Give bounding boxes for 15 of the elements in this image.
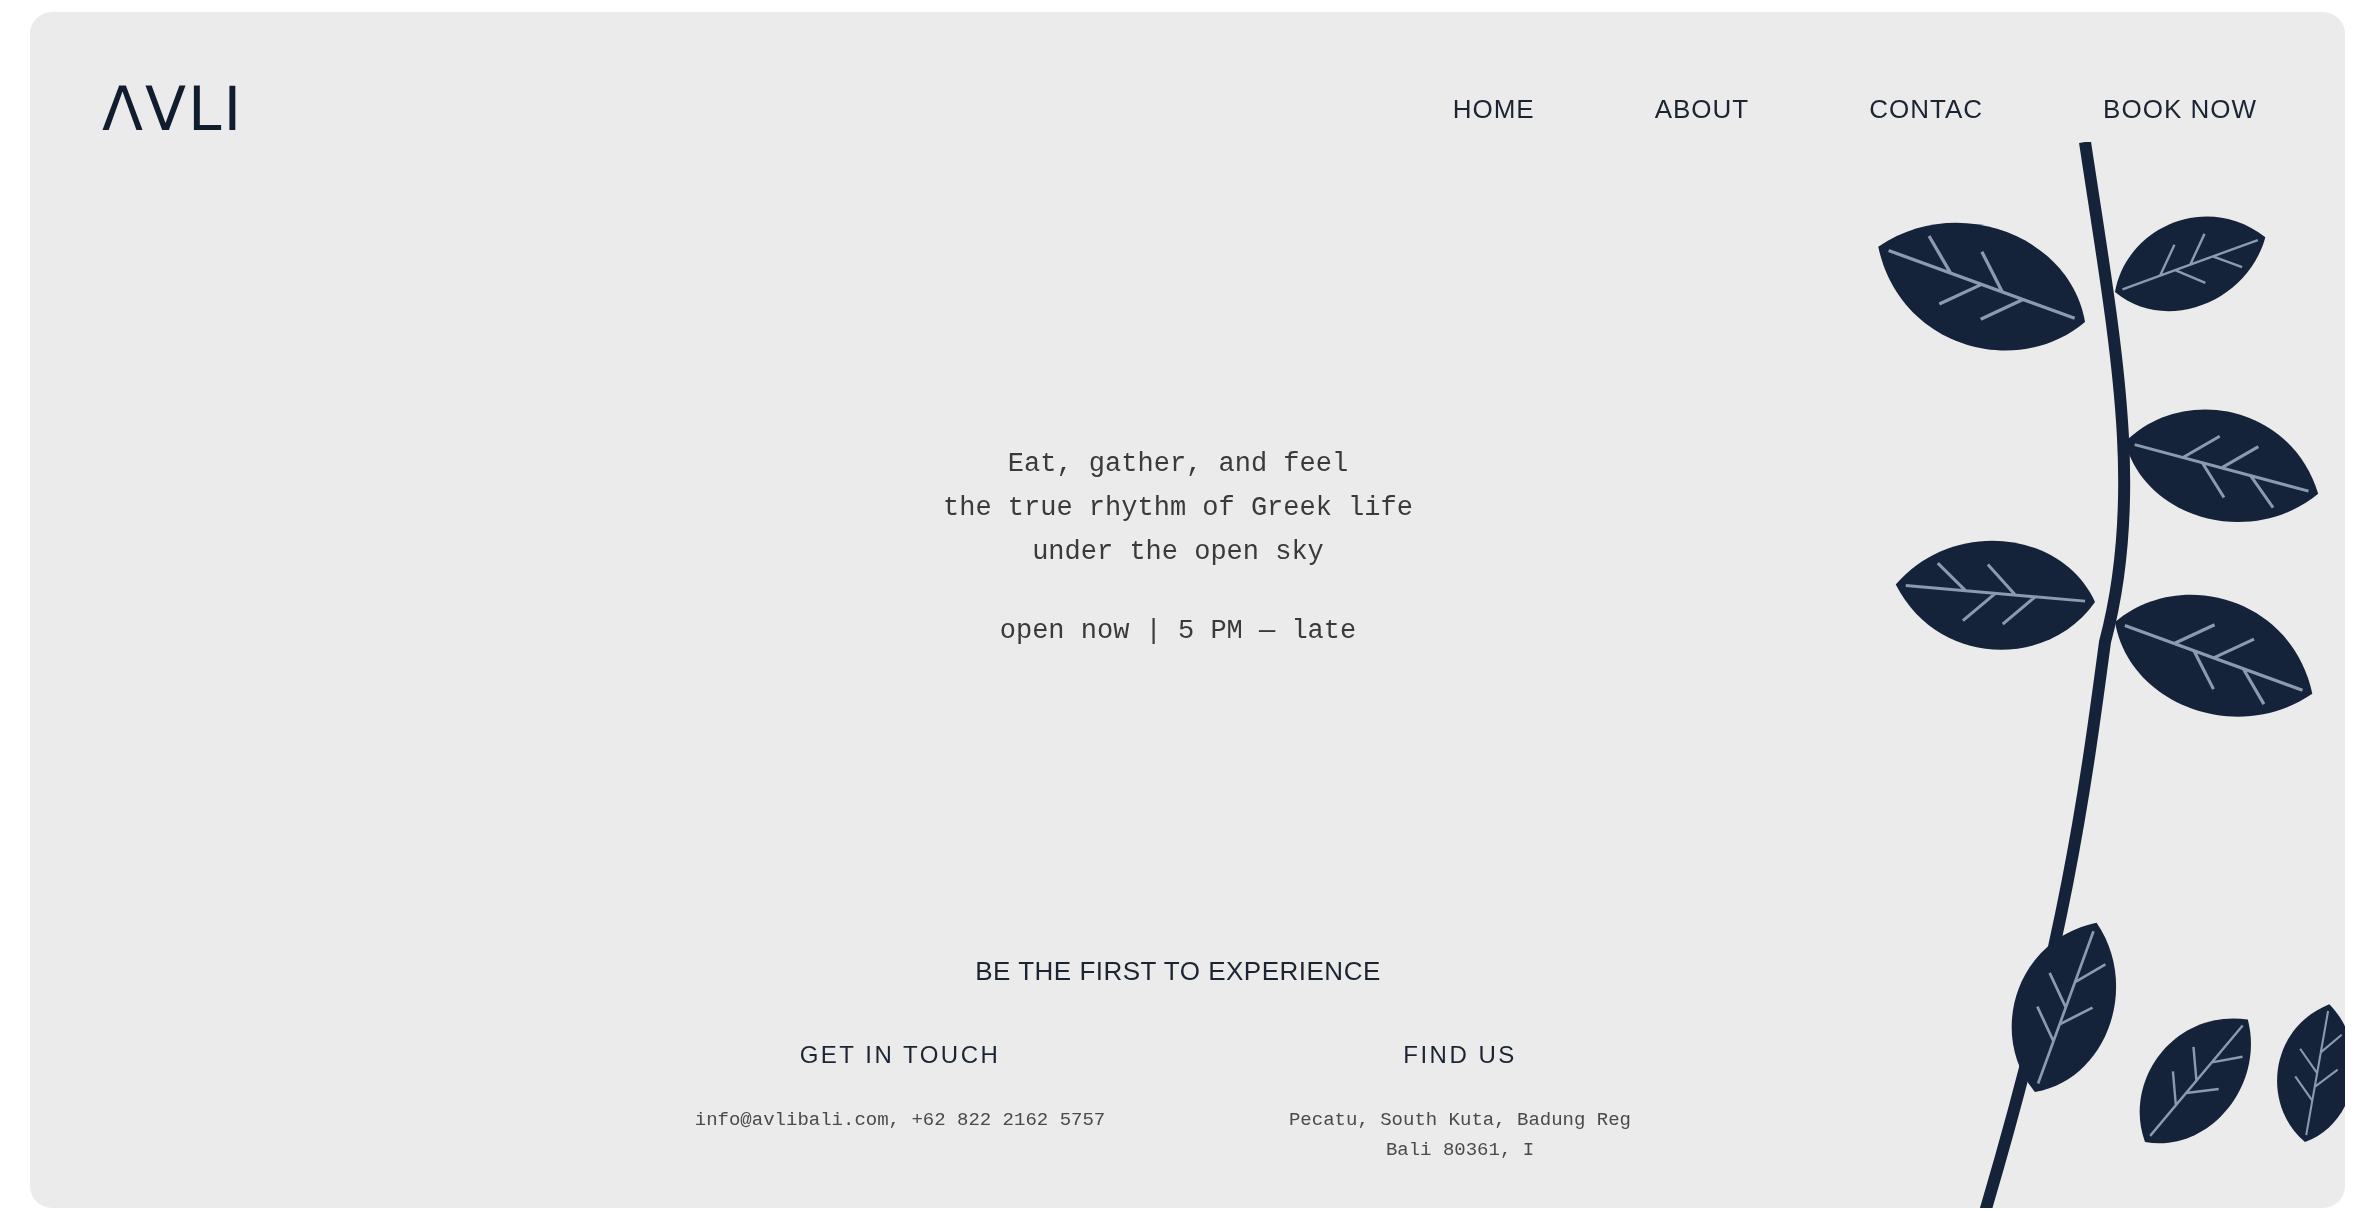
- logo[interactable]: ΛVLI: [102, 74, 244, 144]
- nav-link[interactable]: CONTAC: [1869, 87, 1984, 131]
- tagline-line: Eat, gather, and feel: [1007, 448, 1349, 481]
- section-heading: FIND US: [1403, 1041, 1517, 1069]
- cta-heading: BE THE FIRST TO EXPERIENCE: [975, 956, 1381, 986]
- nav-link[interactable]: BOOK NOW: [2103, 87, 2257, 131]
- tagline-line: the true rhythm of Greek life: [943, 492, 1413, 525]
- contact-text: Bali 80361, I: [1385, 1138, 1535, 1163]
- nav-link[interactable]: HOME: [1452, 87, 1535, 131]
- opening-hours: open now | 5 PM — late: [999, 616, 1357, 646]
- tagline-line: under the open sky: [1032, 536, 1324, 569]
- contact-text: info@avlibali.com, +62 822 2162 5757: [694, 1108, 1106, 1133]
- nav-link[interactable]: ABOUT: [1654, 87, 1750, 131]
- section-heading: GET IN TOUCH: [799, 1041, 1001, 1069]
- contact-text: Pecatu, South Kuta, Badung Reg: [1288, 1108, 1632, 1133]
